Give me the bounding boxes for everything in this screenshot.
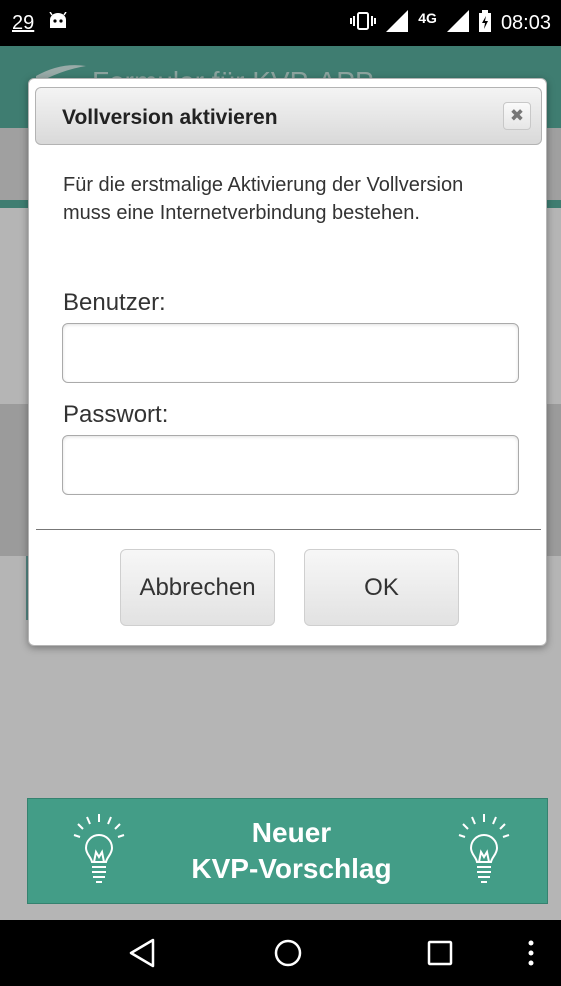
password-label: Passwort: [63,401,169,428]
recents-icon[interactable] [410,920,470,986]
clock: 08:03 [500,12,551,34]
overflow-menu-icon[interactable] [516,920,546,986]
signal-icon [386,10,409,37]
android-icon [48,11,68,35]
navigation-bar [0,920,561,986]
dialog-title: Vollversion aktivieren [62,106,278,129]
signal-icon-2 [446,10,469,37]
new-kvp-label: Neuer KVP-Vorschlag [191,815,391,887]
lightbulb-icon [457,812,511,891]
lightbulb-icon [72,812,126,891]
dialog-header: Vollversion aktivieren ✖ [35,87,542,145]
cancel-button[interactable]: Abbrechen [120,549,275,626]
new-kvp-button[interactable]: Neuer KVP-Vorschlag [27,798,548,904]
ok-button[interactable]: OK [304,549,459,626]
password-input[interactable] [62,435,519,495]
network-type: 4G [418,9,437,26]
dialog-divider [36,529,541,530]
home-icon[interactable] [258,920,318,986]
status-bar: 29 4G 08:03 [0,0,561,46]
close-icon[interactable]: ✖ [503,102,531,130]
back-icon[interactable] [112,920,172,986]
new-kvp-label-line1: Neuer [251,817,332,848]
vibrate-icon [350,11,377,36]
user-label: Benutzer: [63,289,166,316]
dialog-info-text: Für die erstmalige Aktivierung der Vollv… [63,174,464,224]
battery-charging-icon [478,10,491,37]
activation-dialog: Vollversion aktivieren ✖ Für die erstmal… [28,78,547,646]
notification-count: 29 [12,12,35,34]
user-input[interactable] [62,323,519,383]
new-kvp-label-line2: KVP-Vorschlag [191,853,392,884]
